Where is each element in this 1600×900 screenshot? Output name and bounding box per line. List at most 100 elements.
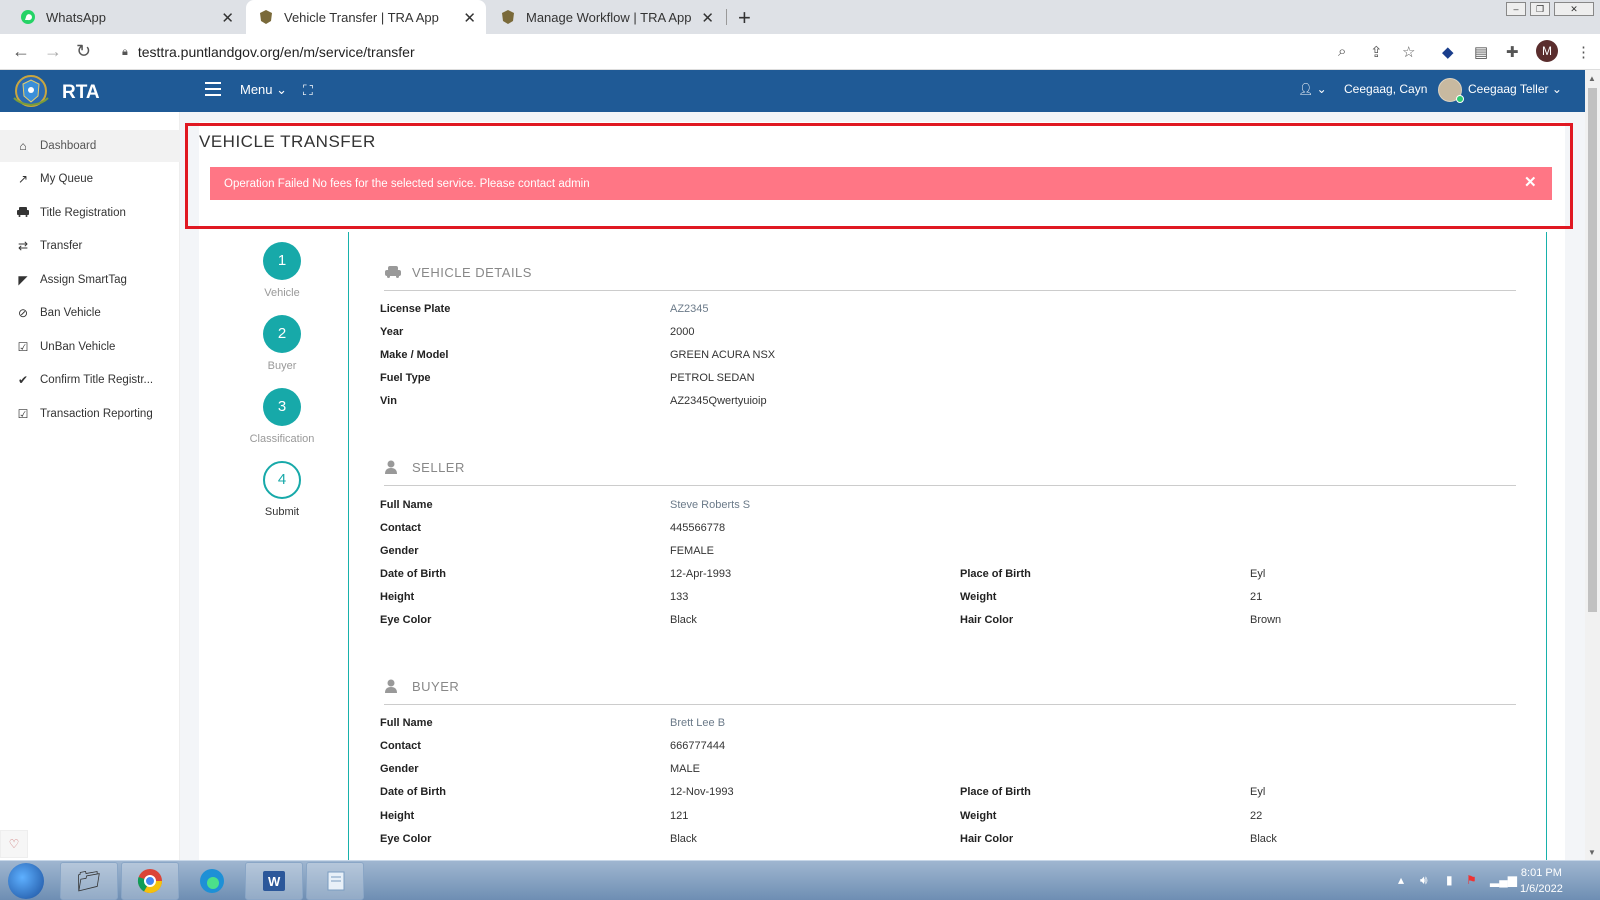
sidebar-item-unban-vehicle[interactable]: ☑ UnBan Vehicle: [0, 331, 180, 363]
clock-date: 1/6/2022: [1520, 883, 1563, 895]
menu-dropdown[interactable]: Menu ⌄: [240, 82, 287, 98]
vehicle-row-make-model: Make / Model GREEN ACURA NSX: [380, 349, 1520, 369]
reload-icon[interactable]: ↻: [76, 41, 91, 62]
extension-shield-icon[interactable]: ◆: [1442, 43, 1454, 61]
role-dropdown[interactable]: Ceegaag Teller ⌄: [1468, 82, 1562, 96]
sidebar-item-label: UnBan Vehicle: [40, 341, 116, 353]
signal-icon[interactable]: ▂▄▆: [1490, 873, 1517, 887]
step-classification[interactable]: 3 Classification: [212, 388, 352, 445]
field-label: Full Name: [380, 717, 433, 729]
user-dropdown[interactable]: 👤︎ ⌄: [1298, 82, 1327, 96]
clock-time: 8:01 PM: [1520, 867, 1562, 879]
field-value: AZ2345: [670, 303, 709, 315]
extensions-puzzle-icon[interactable]: ✚: [1506, 43, 1519, 61]
sidebar-item-title-registration[interactable]: Title Registration: [0, 197, 180, 229]
network-warning-icon[interactable]: ⚑: [1466, 873, 1477, 887]
tab-whatsapp[interactable]: WhatsApp ✕: [8, 0, 244, 34]
close-tab-icon[interactable]: ✕: [701, 9, 714, 27]
zoom-icon[interactable]: ⌕: [1338, 43, 1346, 60]
field-label: Vin: [380, 395, 397, 407]
browser-menu-icon[interactable]: ⋮: [1576, 43, 1591, 61]
close-tab-icon[interactable]: ✕: [463, 9, 476, 27]
share-icon[interactable]: ⇪: [1370, 43, 1383, 61]
tags-icon: ◤: [18, 273, 28, 287]
extension-clipboard-icon[interactable]: ▤: [1474, 43, 1488, 61]
field-label: Weight: [960, 591, 997, 603]
system-clock[interactable]: 8:01 PM 1/6/2022: [1520, 865, 1563, 897]
file-explorer-icon[interactable]: 📁︎: [60, 862, 118, 900]
ban-icon: ⊘: [17, 306, 29, 320]
field-label: Hair Color: [960, 614, 1014, 626]
forward-icon[interactable]: →: [44, 41, 62, 62]
field-value: Black: [670, 614, 697, 626]
field-value: Brown: [1250, 614, 1282, 626]
sidebar-item-ban-vehicle[interactable]: ⊘ Ban Vehicle: [0, 297, 180, 329]
vehicle-row-license-plate: License Plate AZ2345: [380, 303, 1520, 323]
word-icon[interactable]: W: [245, 862, 303, 900]
check-square-icon: ☑: [17, 340, 29, 354]
close-tab-icon[interactable]: ✕: [221, 9, 234, 27]
edge-icon[interactable]: [183, 862, 241, 900]
section-title: SELLER: [412, 460, 465, 475]
sidebar-item-transaction-reporting[interactable]: ☑ Transaction Reporting: [0, 398, 180, 430]
window-close-icon[interactable]: ✕: [1554, 2, 1594, 16]
step-number: 1: [263, 242, 301, 280]
field-value: 121: [670, 810, 689, 822]
back-icon[interactable]: ←: [12, 41, 30, 62]
buyer-heading: BUYER: [384, 679, 1516, 705]
exchange-icon: ⇄: [17, 239, 29, 253]
minimize-icon[interactable]: –: [1506, 2, 1526, 16]
field-value: MALE: [670, 763, 700, 775]
buyer-row-full-name: Full Name Brett Lee B: [380, 717, 1520, 737]
sidebar-item-transfer[interactable]: ⇄ Transfer: [0, 230, 180, 262]
user-icon: [384, 679, 404, 696]
app-header: RTA Menu ⌄ ⛶ 👤︎ ⌄ Ceegaag, Cayn Ceegaag …: [0, 70, 1585, 112]
new-tab-icon[interactable]: +: [738, 5, 751, 31]
scroll-down-icon[interactable]: ▼: [1588, 848, 1596, 857]
profile-avatar[interactable]: M: [1536, 40, 1558, 62]
sidebar-item-assign-smarttag[interactable]: ◤ Assign SmartTag: [0, 264, 180, 296]
sidebar-item-label: Confirm Title Registr...: [40, 374, 154, 386]
tab-vehicle-transfer[interactable]: Vehicle Transfer | TRA App ✕: [246, 0, 486, 34]
field-value: PETROL SEDAN: [670, 372, 755, 384]
tray-expand-icon[interactable]: ▴: [1398, 873, 1404, 887]
section-title: VEHICLE DETAILS: [412, 265, 532, 280]
tab-separator: [726, 9, 727, 25]
seller-row-height-weight: Height 133 Weight 21: [380, 591, 1520, 611]
check-square-icon: ☑: [17, 407, 29, 421]
step-submit[interactable]: 4 Submit: [212, 461, 352, 518]
svg-text:W: W: [268, 874, 281, 889]
sidebar-item-label: Title Registration: [40, 207, 126, 219]
tab-manage-workflow[interactable]: Manage Workflow | TRA App ✕: [488, 0, 724, 34]
restore-icon[interactable]: ❐: [1530, 2, 1550, 16]
field-label: Make / Model: [380, 349, 449, 361]
sidebar-item-confirm-title-registration[interactable]: ✔ Confirm Title Registr...: [0, 364, 180, 396]
url-field[interactable]: 🔒︎ testtra.puntlandgov.org/en/m/service/…: [112, 39, 1402, 65]
sidebar-item-my-queue[interactable]: ↗ My Queue: [0, 163, 180, 195]
vehicle-row-year: Year 2000: [380, 326, 1520, 346]
scrollbar-thumb[interactable]: [1588, 88, 1597, 612]
step-vehicle[interactable]: 1 Vehicle: [212, 242, 352, 299]
sidebar-item-label: My Queue: [40, 173, 94, 185]
bookmark-star-icon[interactable]: ☆: [1402, 43, 1415, 61]
sidebar-item-dashboard[interactable]: ⌂ Dashboard: [0, 130, 180, 162]
volume-icon[interactable]: 🔊︎: [1420, 873, 1428, 888]
start-button[interactable]: [8, 863, 44, 899]
user-icon: [384, 460, 404, 477]
field-label: Gender: [380, 545, 419, 557]
notepad-icon[interactable]: [306, 862, 364, 900]
field-value: Brett Lee B: [670, 717, 726, 729]
url-text: testtra.puntlandgov.org/en/m/service/tra…: [137, 44, 415, 60]
battery-icon[interactable]: ▮: [1446, 873, 1453, 887]
scroll-up-icon[interactable]: ▲: [1588, 74, 1596, 83]
hamburger-menu-icon[interactable]: [205, 82, 221, 100]
chrome-icon[interactable]: [121, 862, 179, 900]
widget-corner-icon[interactable]: ♡: [0, 830, 28, 858]
field-value: Black: [670, 833, 697, 845]
crest-icon: [500, 9, 516, 25]
field-label: Place of Birth: [960, 568, 1031, 580]
fullscreen-icon[interactable]: ⛶: [303, 82, 313, 99]
user-icon: 👤︎: [1298, 82, 1314, 96]
step-buyer[interactable]: 2 Buyer: [212, 315, 352, 372]
card-right-border: [1546, 232, 1547, 860]
